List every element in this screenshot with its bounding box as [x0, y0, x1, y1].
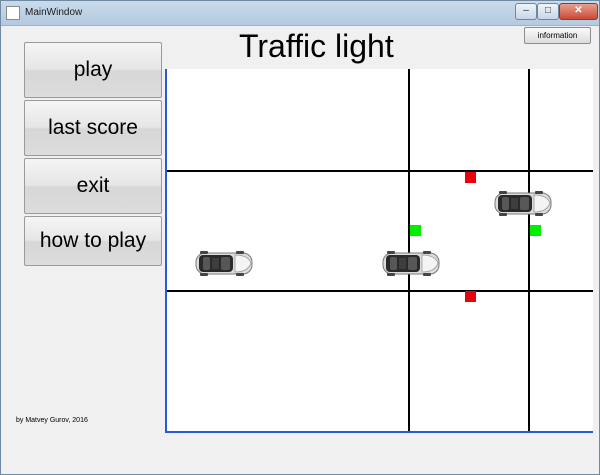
how-to-play-button[interactable]: how to play [24, 216, 162, 266]
car[interactable] [195, 251, 253, 276]
title-bar[interactable]: MainWindow – □ ✕ [1, 1, 599, 26]
game-scene[interactable] [165, 69, 593, 433]
road-line-left [408, 69, 410, 431]
car[interactable] [382, 251, 440, 276]
minimize-button[interactable]: – [515, 3, 537, 20]
traffic-light-bottom[interactable] [465, 291, 476, 302]
close-button[interactable]: ✕ [559, 3, 598, 20]
page-title: Traffic light [239, 28, 394, 64]
app-icon [6, 6, 20, 20]
traffic-light-left[interactable] [410, 225, 421, 236]
client-area: Traffic light information play last scor… [9, 26, 593, 467]
information-button[interactable]: information [524, 27, 591, 44]
credit-text: by Matvey Gurov, 2016 [16, 417, 88, 424]
play-button[interactable]: play [24, 42, 162, 98]
window-title: MainWindow [25, 7, 83, 18]
main-window: MainWindow – □ ✕ Traffic light informati… [0, 0, 600, 475]
car-topdown-icon [382, 251, 440, 276]
maximize-button[interactable]: □ [537, 3, 559, 20]
exit-button[interactable]: exit [24, 158, 162, 214]
car-topdown-icon [494, 191, 552, 216]
traffic-light-right[interactable] [530, 225, 541, 236]
traffic-light-top[interactable] [465, 172, 476, 183]
car[interactable] [494, 191, 552, 216]
last-score-button[interactable]: last score [24, 100, 162, 156]
road-line-right [528, 69, 530, 431]
car-topdown-icon [195, 251, 253, 276]
